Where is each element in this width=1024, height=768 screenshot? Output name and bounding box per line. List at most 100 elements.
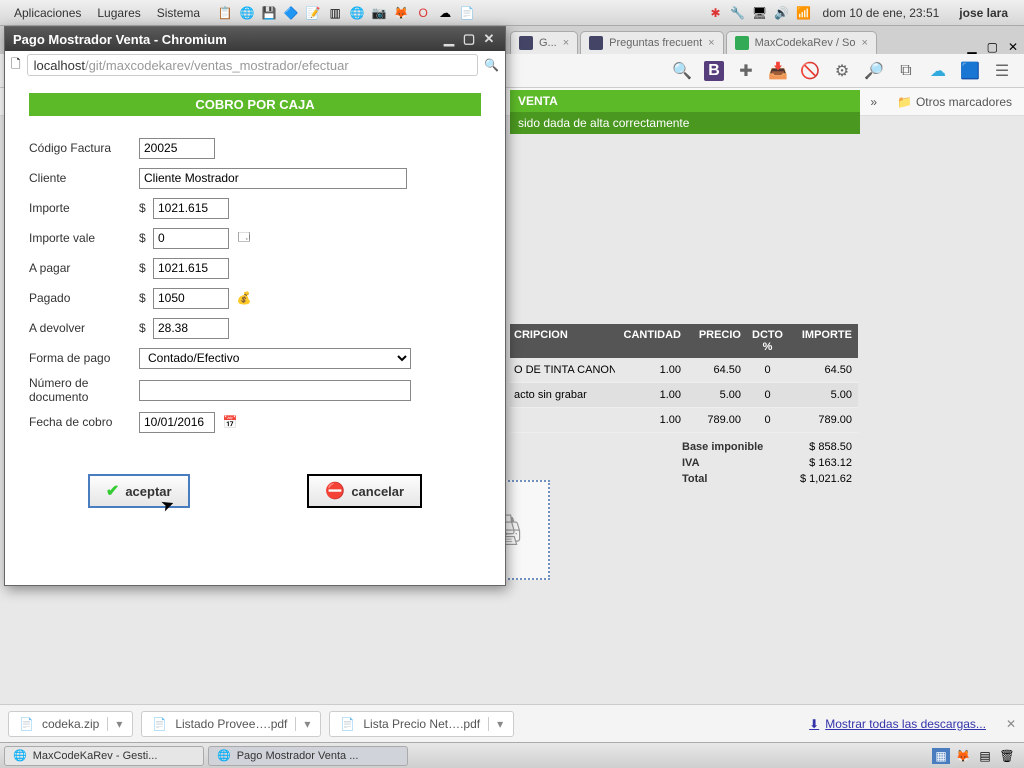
devolver-input[interactable] xyxy=(153,318,229,339)
chevron-down-icon[interactable]: ▾ xyxy=(295,717,310,731)
bookmark-folder[interactable]: 📁Otros marcadores xyxy=(897,95,1012,109)
tray-icon[interactable]: 🔷 xyxy=(282,4,300,22)
close-icon[interactable]: ✕ xyxy=(1006,717,1016,731)
menu-aplicaciones[interactable]: Aplicaciones xyxy=(6,6,89,20)
vale-input[interactable] xyxy=(153,228,229,249)
label-apagar: A pagar xyxy=(29,261,139,275)
bootstrap-icon[interactable]: B xyxy=(704,61,724,81)
browser-tab[interactable]: MaxCodekaRev / So× xyxy=(726,31,877,54)
tray-icon[interactable]: 🖥 xyxy=(751,4,769,22)
file-icon: 📄 xyxy=(19,717,34,731)
label-fecha: Fecha de cobro xyxy=(29,415,139,429)
tray-icons-right: ✱ 🔧 🖥 🔊 📶 xyxy=(707,4,813,22)
label-importe: Importe xyxy=(29,201,139,215)
cliente-input[interactable] xyxy=(139,168,407,189)
workspace-icon[interactable]: ▦ xyxy=(932,748,950,764)
user-menu[interactable]: jose lara xyxy=(949,6,1018,20)
browser-tab[interactable]: Preguntas frecuent× xyxy=(580,31,723,54)
page-icon: 🗋 xyxy=(11,55,21,76)
tray-icon[interactable]: ▤ xyxy=(976,748,994,764)
chevron-down-icon[interactable]: ▾ xyxy=(107,717,122,731)
search-icon[interactable]: 🔍 xyxy=(672,61,692,81)
vale-lookup-icon[interactable]: 🗔 xyxy=(235,229,253,247)
minimize-icon[interactable]: ▁ xyxy=(967,40,976,54)
maximize-icon[interactable]: ▢ xyxy=(987,40,998,54)
clock[interactable]: dom 10 de ene, 23:51 xyxy=(813,6,950,20)
gear-icon[interactable]: ⚙ xyxy=(832,61,852,81)
fecha-input[interactable] xyxy=(139,412,215,433)
tray-icon[interactable]: 📋 xyxy=(216,4,234,22)
cancel-button[interactable]: ⛔ cancelar xyxy=(307,474,422,508)
volume-icon[interactable]: 🔊 xyxy=(773,4,791,22)
close-icon[interactable]: × xyxy=(563,37,569,49)
forma-pago-select[interactable]: Contado/Efectivo xyxy=(139,348,411,369)
download-item[interactable]: 📄Lista Precio Net….pdf▾ xyxy=(329,711,514,737)
search-icon[interactable]: 🔍 xyxy=(484,58,499,72)
label-vale: Importe vale xyxy=(29,231,139,245)
label-forma: Forma de pago xyxy=(29,351,139,365)
taskbar-item[interactable]: 🌐Pago Mostrador Venta ... xyxy=(208,746,408,766)
opera-icon[interactable]: O xyxy=(414,4,432,22)
ext-icon[interactable]: 🚫 xyxy=(800,61,820,81)
show-all-downloads-link[interactable]: ⬇Mostrar todas las descargas... xyxy=(809,717,986,731)
numero-documento-input[interactable] xyxy=(139,380,411,401)
close-icon[interactable]: × xyxy=(861,37,867,49)
browser-tab[interactable]: G...× xyxy=(510,31,578,54)
menu-sistema[interactable]: Sistema xyxy=(149,6,208,20)
window-titlebar[interactable]: Pago Mostrador Venta - Chromium ▁ ▢ ✕ xyxy=(5,27,505,51)
top-panel: Aplicaciones Lugares Sistema 📋 🌐 💾 🔷 📝 ▥… xyxy=(0,0,1024,26)
window-title: Pago Mostrador Venta - Chromium xyxy=(13,32,227,47)
tray-icon[interactable]: 📝 xyxy=(304,4,322,22)
download-icon: ⬇ xyxy=(809,717,819,731)
url-input[interactable]: localhost/git/maxcodekarev/ventas_mostra… xyxy=(27,54,478,76)
table-row: 1.00789.000789.00 xyxy=(510,408,858,433)
tray-icon[interactable]: ☁ xyxy=(436,4,454,22)
tray-icon[interactable]: 🌐 xyxy=(238,4,256,22)
page-section-header: VENTA xyxy=(510,90,860,112)
totals: Base imponible$ 858.50 IVA$ 163.12 Total… xyxy=(510,439,858,487)
accept-button[interactable]: ✔ aceptar xyxy=(88,474,190,508)
cloud-icon[interactable]: ☁ xyxy=(928,61,948,81)
download-item[interactable]: 📄codeka.zip▾ xyxy=(8,711,133,737)
pagado-input[interactable] xyxy=(153,288,229,309)
ext-icon[interactable]: ⧉ xyxy=(896,61,916,81)
calendar-icon[interactable]: 📅 xyxy=(221,413,239,431)
taskbar-item[interactable]: 🌐MaxCodeKaRev - Gesti... xyxy=(4,746,204,766)
ext-icon[interactable]: ✚ xyxy=(736,61,756,81)
codigo-input[interactable] xyxy=(139,138,215,159)
success-message: sido dada de alta correctamente xyxy=(510,112,860,134)
firefox-icon[interactable]: 🦊 xyxy=(392,4,410,22)
bookmark-overflow[interactable]: » xyxy=(870,95,877,109)
close-icon[interactable]: ✕ xyxy=(481,31,497,47)
close-icon[interactable]: × xyxy=(708,37,714,49)
menu-lugares[interactable]: Lugares xyxy=(89,6,148,20)
url-bar: 🗋 localhost/git/maxcodekarev/ventas_most… xyxy=(5,51,505,79)
payment-dialog: Pago Mostrador Venta - Chromium ▁ ▢ ✕ 🗋 … xyxy=(4,26,506,586)
background-content: VENTA sido dada de alta correctamente CR… xyxy=(510,90,860,487)
maximize-icon[interactable]: ▢ xyxy=(461,31,477,47)
ext-icon[interactable]: 🔎 xyxy=(864,61,884,81)
tray-icon[interactable]: 🌐 xyxy=(348,4,366,22)
network-icon[interactable]: 📶 xyxy=(795,4,813,22)
download-item[interactable]: 📄Listado Provee….pdf▾ xyxy=(141,711,321,737)
importe-input[interactable] xyxy=(153,198,229,219)
tray-icon[interactable]: 📷 xyxy=(370,4,388,22)
ext-icon[interactable]: 🟦 xyxy=(960,61,980,81)
tray-icon[interactable]: ✱ xyxy=(707,4,725,22)
chevron-down-icon[interactable]: ▾ xyxy=(488,717,503,731)
tray-icon[interactable]: 📄 xyxy=(458,4,476,22)
apagar-input[interactable] xyxy=(153,258,229,279)
tray-icon[interactable]: ▥ xyxy=(326,4,344,22)
tray-icon[interactable]: 🔧 xyxy=(729,4,747,22)
ext-icon[interactable]: 📥 xyxy=(768,61,788,81)
money-icon[interactable]: 💰 xyxy=(235,289,253,307)
menu-icon[interactable]: ☰ xyxy=(992,61,1012,81)
close-icon[interactable]: ✕ xyxy=(1008,40,1018,54)
favicon-icon xyxy=(589,36,603,50)
label-pagado: Pagado xyxy=(29,291,139,305)
minimize-icon[interactable]: ▁ xyxy=(441,31,457,47)
firefox-icon[interactable]: 🦊 xyxy=(954,748,972,764)
trash-icon[interactable]: 🗑 xyxy=(998,748,1016,764)
tray-icons-left: 📋 🌐 💾 🔷 📝 ▥ 🌐 📷 🦊 O ☁ 📄 xyxy=(216,4,476,22)
tray-icon[interactable]: 💾 xyxy=(260,4,278,22)
